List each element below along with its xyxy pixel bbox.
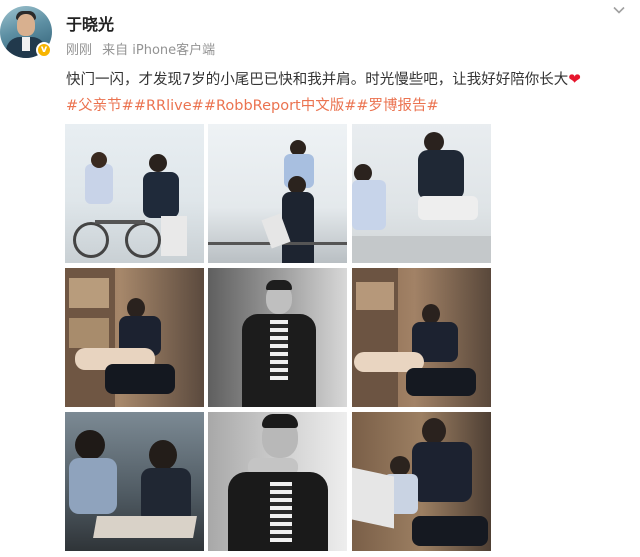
- photo-6[interactable]: [352, 268, 491, 407]
- photo-grid: [65, 124, 491, 551]
- heart-icon: ❤: [568, 70, 581, 88]
- avatar-face: [17, 14, 35, 36]
- photo-2[interactable]: [208, 124, 347, 263]
- post-meta: 刚刚 来自 iPhone客户端: [66, 39, 215, 58]
- chevron-down-icon: [613, 6, 625, 14]
- photo-3[interactable]: [352, 124, 491, 263]
- photo-4[interactable]: [65, 268, 204, 407]
- hashtag-robbreport[interactable]: #RobbReport中文版#: [204, 98, 357, 114]
- photo-5[interactable]: [208, 268, 347, 407]
- photo-9[interactable]: [352, 412, 491, 551]
- photo-7[interactable]: [65, 412, 204, 551]
- hashtag-fathers-day[interactable]: #父亲节#: [66, 98, 134, 114]
- hashtag-rrlive[interactable]: #RRlive#: [134, 98, 204, 114]
- weibo-post: v 于晓光 刚刚 来自 iPhone客户端 快门一闪，才发现7岁的小尾巴已快和我…: [0, 0, 640, 557]
- post-body: 快门一闪，才发现7岁的小尾巴已快和我并肩。时光慢些吧，让我好好陪你长大: [66, 72, 569, 88]
- hashtag-list: #父亲节##RRlive##RobbReport中文版##罗博报告#: [66, 94, 439, 115]
- post-time[interactable]: 刚刚: [66, 43, 92, 58]
- verified-badge-icon: v: [36, 42, 52, 58]
- more-options-button[interactable]: [610, 3, 628, 21]
- photo-8[interactable]: [208, 412, 347, 551]
- hashtag-luobo-report[interactable]: #罗博报告#: [356, 98, 438, 114]
- post-source: 来自 iPhone客户端: [102, 43, 216, 58]
- avatar-shirt: [22, 37, 30, 51]
- post-text: 快门一闪，才发现7岁的小尾巴已快和我并肩。时光慢些吧，让我好好陪你长大❤: [66, 68, 634, 89]
- username[interactable]: 于晓光: [66, 11, 114, 35]
- photo-1[interactable]: [65, 124, 204, 263]
